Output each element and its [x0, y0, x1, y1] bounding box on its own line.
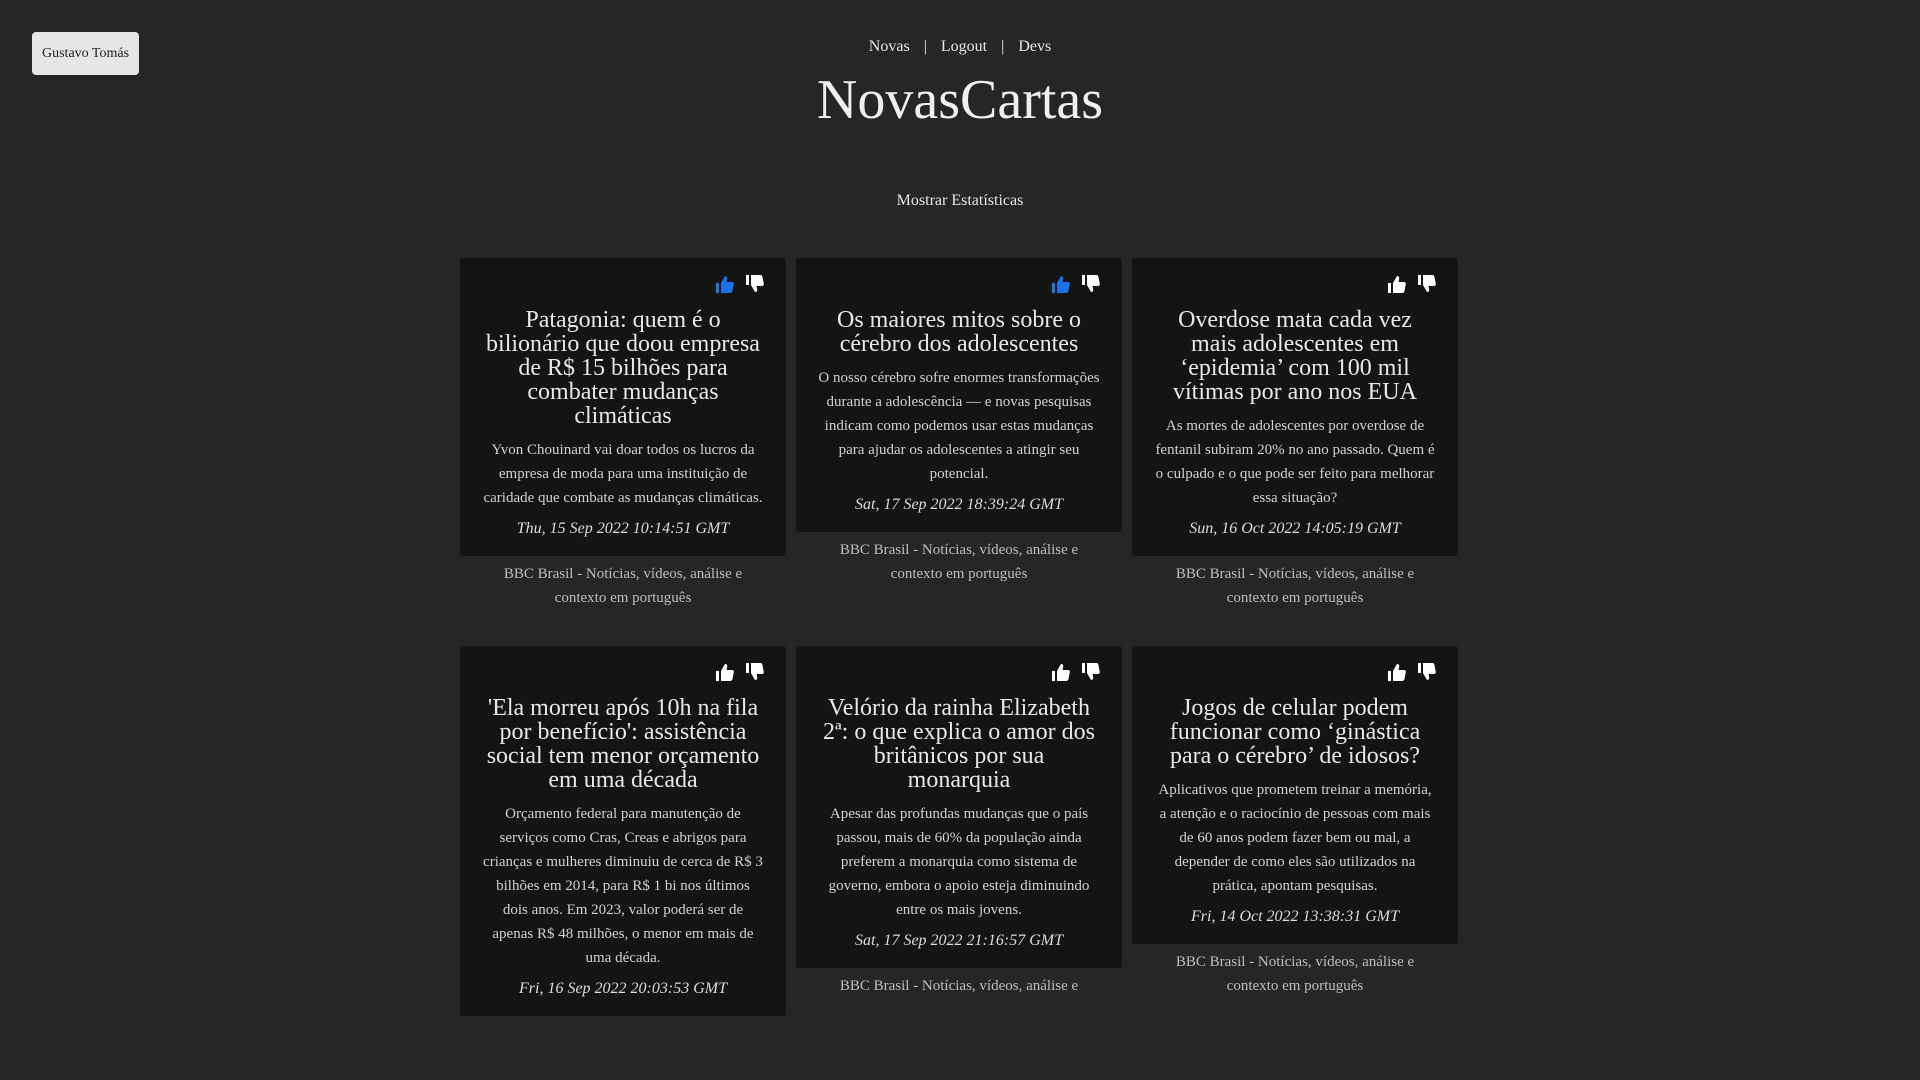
thumbs-up-icon[interactable]: [714, 662, 734, 682]
vote-bar: [482, 660, 764, 684]
article-title[interactable]: 'Ela morreu após 10h na fila por benefíc…: [486, 696, 760, 792]
article-summary: Orçamento federal para manutenção de ser…: [483, 806, 763, 966]
thumbs-up-icon[interactable]: [1050, 662, 1070, 682]
article-cell: 'Ela morreu após 10h na fila por benefíc…: [460, 646, 786, 1016]
article-title[interactable]: Patagonia: quem é o bilionário que doou …: [486, 308, 760, 428]
article-cell: Overdose mata cada vez mais adolescentes…: [1132, 258, 1458, 610]
article-title[interactable]: Velório da rainha Elizabeth 2ª: o que ex…: [822, 696, 1096, 792]
article-title[interactable]: Overdose mata cada vez mais adolescentes…: [1158, 308, 1432, 404]
thumbs-up-icon[interactable]: [714, 274, 734, 294]
article-card: Overdose mata cada vez mais adolescentes…: [1132, 258, 1458, 556]
article-date: Sat, 17 Sep 2022 18:39:24 GMT: [855, 496, 1063, 513]
thumbs-down-icon[interactable]: [1416, 662, 1436, 682]
show-statistics-link[interactable]: Mostrar Estatísticas: [0, 192, 1920, 210]
vote-bar: [482, 272, 764, 296]
article-cell: Patagonia: quem é o bilionário que doou …: [460, 258, 786, 610]
article-cell: Velório da rainha Elizabeth 2ª: o que ex…: [796, 646, 1122, 1016]
article-source: BBC Brasil - Notícias, vídeos, análise e…: [1175, 954, 1415, 994]
article-summary: Yvon Chouinard vai doar todos os lucros …: [483, 442, 763, 506]
article-source: BBC Brasil - Notícias, vídeos, análise e…: [503, 566, 743, 606]
article-card: 'Ela morreu após 10h na fila por benefíc…: [460, 646, 786, 1016]
thumbs-down-icon[interactable]: [1080, 662, 1100, 682]
article-card: Os maiores mitos sobre o cérebro dos ado…: [796, 258, 1122, 532]
article-title[interactable]: Os maiores mitos sobre o cérebro dos ado…: [822, 308, 1096, 356]
article-date: Sun, 16 Oct 2022 14:05:19 GMT: [1189, 520, 1401, 537]
article-cell: Os maiores mitos sobre o cérebro dos ado…: [796, 258, 1122, 610]
article-date: Fri, 16 Sep 2022 20:03:53 GMT: [519, 980, 727, 997]
nav-separator: |: [1001, 38, 1005, 55]
article-summary: As mortes de adolescentes por overdose d…: [1155, 418, 1435, 506]
article-card: Velório da rainha Elizabeth 2ª: o que ex…: [796, 646, 1122, 968]
vote-bar: [818, 272, 1100, 296]
vote-bar: [1154, 272, 1436, 296]
thumbs-up-icon[interactable]: [1386, 662, 1406, 682]
site-title: NovasCartas: [816, 69, 1104, 131]
article-date: Fri, 14 Oct 2022 13:38:31 GMT: [1191, 908, 1399, 925]
article-date: Sat, 17 Sep 2022 21:16:57 GMT: [855, 932, 1063, 949]
thumbs-down-icon[interactable]: [1416, 274, 1436, 294]
thumbs-up-icon[interactable]: [1050, 274, 1070, 294]
nav-separator: |: [923, 38, 927, 55]
thumbs-down-icon[interactable]: [1080, 274, 1100, 294]
article-source: BBC Brasil - Notícias, vídeos, análise e…: [1175, 566, 1415, 606]
article-cell: Jogos de celular podem funcionar como ‘g…: [1132, 646, 1458, 1016]
article-summary: Aplicativos que prometem treinar a memór…: [1158, 782, 1432, 894]
vote-bar: [818, 660, 1100, 684]
article-date: Thu, 15 Sep 2022 10:14:51 GMT: [516, 520, 730, 537]
article-summary: Apesar das profundas mudanças que o país…: [828, 806, 1090, 918]
article-summary: O nosso cérebro sofre enormes transforma…: [818, 370, 1100, 482]
article-grid: Patagonia: quem é o bilionário que doou …: [460, 258, 1458, 1016]
nav-novas[interactable]: Novas: [869, 38, 910, 55]
top-nav: Novas | Logout | Devs: [0, 38, 1920, 56]
article-source: BBC Brasil - Notícias, vídeos, análise e…: [839, 542, 1079, 582]
article-source: BBC Brasil - Notícias, vídeos, análise e: [839, 978, 1079, 994]
thumbs-up-icon[interactable]: [1386, 274, 1406, 294]
article-card: Patagonia: quem é o bilionário que doou …: [460, 258, 786, 556]
nav-logout[interactable]: Logout: [941, 38, 987, 55]
vote-bar: [1154, 660, 1436, 684]
article-title[interactable]: Jogos de celular podem funcionar como ‘g…: [1158, 696, 1432, 768]
nav-devs[interactable]: Devs: [1018, 38, 1051, 55]
article-card: Jogos de celular podem funcionar como ‘g…: [1132, 646, 1458, 944]
thumbs-down-icon[interactable]: [744, 662, 764, 682]
thumbs-down-icon[interactable]: [744, 274, 764, 294]
